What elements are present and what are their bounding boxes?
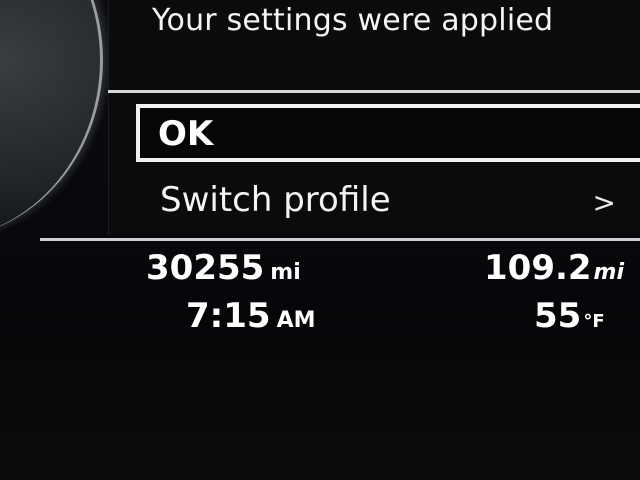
clock-readout: 7:15 AM <box>186 296 316 336</box>
status-divider <box>40 238 640 241</box>
chevron-right-icon: > <box>592 186 616 219</box>
odometer-unit: mi <box>270 260 301 285</box>
odometer-value: 30255 <box>146 248 265 288</box>
clock-period: AM <box>276 308 316 333</box>
lower-dash-area <box>0 360 640 480</box>
range-readout: 109.2mi <box>484 248 624 288</box>
range-unit: mi <box>593 260 625 285</box>
odometer-readout: 30255 mi <box>146 248 301 288</box>
switch-profile-menu-item[interactable]: Switch profile > <box>136 172 626 230</box>
dialog-divider-top <box>108 90 640 93</box>
temperature-value: 55 <box>534 296 582 336</box>
temperature-readout: 55 °F <box>534 296 605 336</box>
left-gauge-dial <box>0 0 103 240</box>
instrument-cluster-screen: Your settings were applied OK Switch pro… <box>0 0 640 480</box>
ok-button[interactable]: OK <box>136 104 640 162</box>
settings-applied-message: Your settings were applied <box>152 3 554 38</box>
ok-button-label: OK <box>158 114 214 154</box>
switch-profile-label: Switch profile <box>160 180 391 220</box>
range-value: 109.2 <box>484 248 592 288</box>
clock-time: 7:15 <box>186 296 271 336</box>
temperature-unit: °F <box>583 311 605 332</box>
